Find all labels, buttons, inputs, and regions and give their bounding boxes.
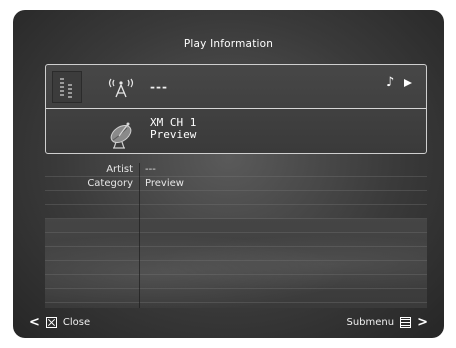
satellite-dish-icon (110, 122, 132, 149)
info-row-empty (45, 261, 427, 275)
info-row-empty (45, 219, 427, 233)
info-row-empty (45, 289, 427, 303)
now-playing-panel: --- ♪ XM CH 1 Preview (45, 64, 427, 154)
channel-info: XM CH 1 Preview (150, 117, 196, 141)
close-label: Close (62, 317, 91, 328)
info-row-empty (45, 233, 427, 247)
chevron-left-icon: < (29, 315, 40, 330)
info-row-empty (45, 205, 427, 219)
close-icon (45, 317, 57, 328)
channel-sub: Preview (150, 128, 197, 141)
info-row-empty (45, 191, 427, 205)
chevron-right-icon: > (417, 315, 428, 330)
info-row-empty (45, 247, 427, 261)
info-row-empty (45, 275, 427, 289)
artist-label: Artist (106, 164, 133, 175)
submenu-label: Submenu (346, 317, 395, 328)
submenu-icon (400, 317, 412, 328)
play-information-screen: Play Information --- ♪ XM CH 1 Preview A… (13, 10, 444, 338)
category-label: Category (87, 178, 133, 189)
info-row-category: Category Preview (45, 177, 427, 191)
info-column-divider (139, 163, 140, 308)
antenna-icon (108, 78, 134, 98)
now-playing-text: --- (150, 80, 168, 94)
footer: < Close Submenu > (13, 310, 444, 336)
info-row-artist: Artist --- (45, 163, 427, 177)
submenu-button[interactable]: Submenu > (346, 315, 428, 330)
artist-value: --- (145, 164, 156, 175)
category-value: Preview (145, 178, 184, 189)
now-playing-row: --- ♪ (46, 65, 426, 109)
info-table: Artist --- Category Preview (45, 163, 427, 308)
page-title: Play Information (183, 38, 274, 50)
music-note-icon: ♪ (386, 75, 395, 90)
close-button[interactable]: < Close (29, 315, 90, 330)
signal-level-icon (52, 71, 82, 103)
play-icon (404, 79, 412, 87)
